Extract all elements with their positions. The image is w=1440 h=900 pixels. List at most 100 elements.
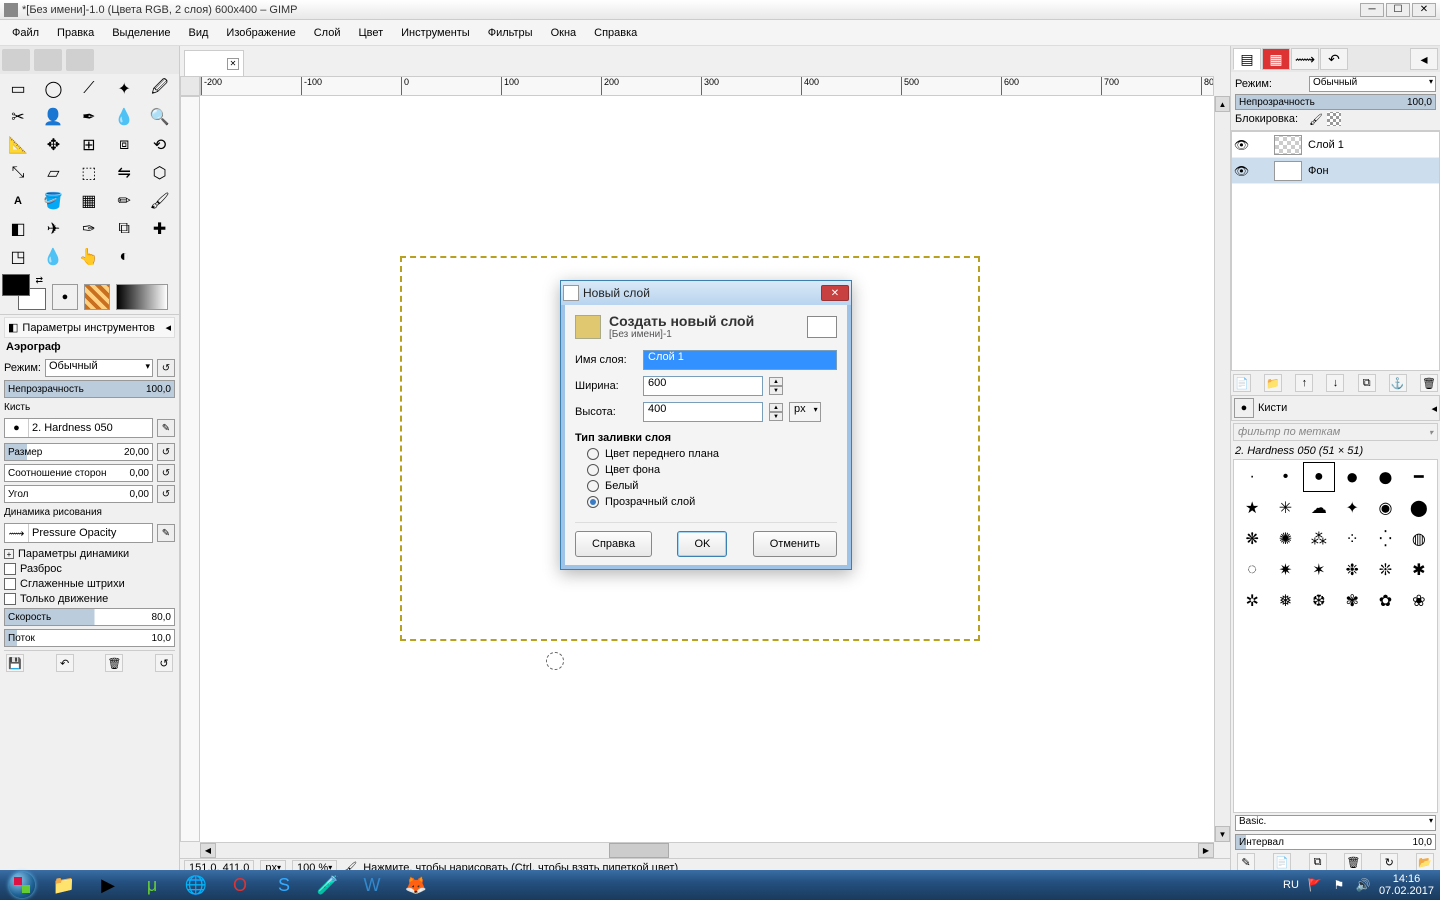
brush-open-button[interactable]: 📂 (1416, 853, 1434, 871)
tool-free-select[interactable]: ⟋ (73, 76, 105, 102)
brush-item[interactable]: ━ (1403, 462, 1435, 492)
menu-help[interactable]: Справка (586, 24, 645, 42)
brush-item[interactable]: ● (1303, 462, 1335, 492)
dock-menu-icon[interactable]: ◂ (165, 321, 171, 334)
taskbar-clock[interactable]: 14:16 07.02.2017 (1379, 873, 1434, 897)
brush-item[interactable]: ❀ (1403, 586, 1435, 616)
document-tab[interactable]: ✕ (184, 50, 244, 76)
opacity-slider[interactable]: Непрозрачность 100,0 (4, 380, 175, 398)
brush-item[interactable]: ❆ (1303, 586, 1335, 616)
tab-channels[interactable]: ▦ (1262, 48, 1290, 70)
tool-align[interactable]: ⊞ (73, 132, 105, 158)
taskbar-mediaplayer[interactable]: ▶ (86, 872, 130, 898)
layer-opacity-slider[interactable]: Непрозрачность 100,0 (1235, 94, 1436, 110)
layer-mode-dropdown[interactable]: Обычный (1309, 76, 1436, 92)
lock-alpha-icon[interactable] (1327, 112, 1341, 126)
layer-down-button[interactable]: ↓ (1326, 374, 1344, 392)
angle-slider[interactable]: Угол 0,00 (4, 485, 153, 503)
brush-item[interactable]: ⁘ (1336, 524, 1368, 554)
layer-visibility-icon[interactable]: 👁 (1234, 138, 1248, 152)
brush-delete-button[interactable]: 🗑 (1344, 853, 1362, 871)
scroll-h-thumb[interactable] (609, 843, 669, 858)
close-button[interactable]: ✕ (1412, 3, 1436, 17)
height-input[interactable]: 400 (643, 402, 763, 422)
tool-dodge[interactable]: ◐ (108, 244, 140, 270)
brush-item[interactable]: ● (1369, 462, 1401, 492)
brush-filter-input[interactable]: фильтр по меткам (1233, 423, 1438, 441)
start-button[interactable] (2, 871, 42, 899)
dynamics-params-expander[interactable]: + Параметры динамики (4, 548, 175, 560)
maximize-button[interactable]: ☐ (1386, 3, 1410, 17)
brushes-menu-button[interactable]: ◂ (1431, 402, 1437, 415)
tool-zoom[interactable]: 🔍 (144, 104, 176, 130)
brush-interval-slider[interactable]: Интервал 10,0 (1235, 834, 1436, 850)
tool-measure[interactable]: 📐 (2, 132, 34, 158)
brush-item[interactable]: ★ (1236, 493, 1268, 523)
tool-shear[interactable]: ▱ (37, 160, 69, 186)
height-down-button[interactable]: ▼ (769, 412, 783, 421)
brush-item[interactable]: ✦ (1336, 493, 1368, 523)
brush-edit-button[interactable]: ✎ (1237, 853, 1255, 871)
tool-clone[interactable]: ⧉ (108, 216, 140, 242)
taskbar-skype[interactable]: S (262, 872, 306, 898)
ruler-vertical[interactable] (180, 96, 200, 842)
smooth-checkbox[interactable]: Сглаженные штрихи (4, 578, 175, 590)
layer-visibility-icon[interactable]: 👁 (1234, 164, 1248, 178)
minimize-button[interactable]: ─ (1360, 3, 1384, 17)
layer-duplicate-button[interactable]: ⧉ (1358, 374, 1376, 392)
tool-airbrush[interactable]: ✈ (37, 216, 69, 242)
tool-bucket[interactable]: 🪣 (37, 188, 69, 214)
brush-item[interactable]: ☁ (1303, 493, 1335, 523)
mode-reset-button[interactable]: ↺ (157, 359, 175, 377)
tool-opt-restore-button[interactable]: ↶ (56, 654, 74, 672)
tab-close-button[interactable]: ✕ (227, 58, 239, 70)
taskbar-utorrent[interactable]: μ (130, 872, 174, 898)
scrollbar-horizontal[interactable]: ◀ ▶ (200, 842, 1214, 858)
brush-item[interactable]: ✶ (1303, 555, 1335, 585)
menu-edit[interactable]: Правка (49, 24, 102, 42)
unit-dropdown[interactable]: px (789, 402, 821, 422)
lang-indicator[interactable]: RU (1283, 879, 1299, 891)
tab-undo[interactable]: ↶ (1320, 48, 1348, 70)
brush-item[interactable]: ◉ (1369, 493, 1401, 523)
fill-option-foreground[interactable]: Цвет переднего плана (587, 448, 837, 460)
taskbar-word[interactable]: W (350, 872, 394, 898)
brush-item[interactable]: ⁂ (1303, 524, 1335, 554)
active-gradient-preview[interactable] (116, 284, 168, 310)
layer-up-button[interactable]: ↑ (1295, 374, 1313, 392)
brush-item[interactable]: ✾ (1336, 586, 1368, 616)
tool-paintbrush[interactable]: 🖌 (144, 188, 176, 214)
scrollbar-vertical[interactable]: ▲ ▼ (1214, 96, 1230, 842)
panel-menu-button[interactable]: ◂ (1410, 48, 1438, 70)
angle-reset-button[interactable]: ↺ (157, 485, 175, 503)
layer-row[interactable]: 👁 Фон (1232, 158, 1439, 184)
height-up-button[interactable]: ▲ (769, 403, 783, 412)
tool-eraser[interactable]: ◧ (2, 216, 34, 242)
scroll-up-button[interactable]: ▲ (1215, 96, 1230, 112)
tool-heal[interactable]: ✚ (144, 216, 176, 242)
layer-group-button[interactable]: 📁 (1264, 374, 1282, 392)
tool-opt-delete-button[interactable]: 🗑 (105, 654, 123, 672)
brush-item[interactable]: ⁛ (1369, 524, 1401, 554)
tool-crop[interactable]: ⧈ (108, 132, 140, 158)
tool-paths[interactable]: ✒ (73, 104, 105, 130)
brush-item[interactable]: ✱ (1403, 555, 1435, 585)
brush-refresh-button[interactable]: ↻ (1380, 853, 1398, 871)
layer-name[interactable]: Слой 1 (1308, 139, 1344, 151)
tool-rect-select[interactable]: ▭ (2, 76, 34, 102)
menu-file[interactable]: Файл (4, 24, 47, 42)
menu-color[interactable]: Цвет (350, 24, 391, 42)
tool-scissors[interactable]: ✂ (2, 104, 34, 130)
brush-item[interactable]: ✷ (1269, 555, 1301, 585)
ratio-reset-button[interactable]: ↺ (157, 464, 175, 482)
tool-text[interactable]: A (2, 188, 34, 214)
tool-scale[interactable]: ⤡ (2, 160, 34, 186)
motion-only-checkbox[interactable]: Только движение (4, 593, 175, 605)
mode-dropdown[interactable]: Обычный (45, 359, 153, 377)
scroll-down-button[interactable]: ▼ (1215, 826, 1230, 842)
tool-move[interactable]: ✥ (37, 132, 69, 158)
foreground-background-colors[interactable]: ⇄ (2, 274, 46, 310)
dialog-titlebar[interactable]: Новый слой ✕ (561, 281, 851, 305)
brush-item[interactable]: ❉ (1336, 555, 1368, 585)
dynamics-selector[interactable]: ⟿ Pressure Opacity (4, 523, 153, 543)
